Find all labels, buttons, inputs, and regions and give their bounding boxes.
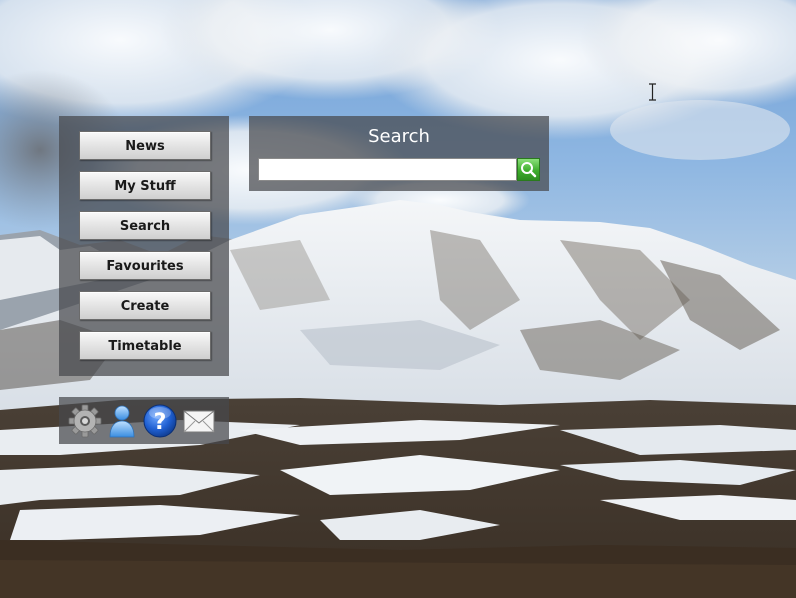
profile-button[interactable] <box>104 403 140 439</box>
nav-create-button[interactable]: Create <box>79 291 211 320</box>
nav-timetable-button[interactable]: Timetable <box>79 331 211 360</box>
nav-news-button[interactable]: News <box>79 131 211 160</box>
search-title: Search <box>368 126 430 147</box>
nav-my-stuff-button[interactable]: My Stuff <box>79 171 211 200</box>
user-icon <box>109 405 135 438</box>
search-submit-button[interactable] <box>517 158 540 181</box>
nav-favourites-button[interactable]: Favourites <box>79 251 211 280</box>
svg-text:?: ? <box>154 410 167 435</box>
icon-toolbar: ? <box>59 397 229 444</box>
help-icon: ? <box>143 404 177 438</box>
settings-button[interactable] <box>67 403 103 439</box>
help-button[interactable]: ? <box>142 403 178 439</box>
search-panel: Search <box>249 116 549 191</box>
text-cursor-icon <box>649 83 656 101</box>
search-input[interactable] <box>258 158 517 181</box>
magnifier-icon <box>521 162 537 178</box>
messages-button[interactable] <box>181 403 217 439</box>
main-nav-menu: News My Stuff Search Favourites Create T… <box>59 116 229 376</box>
nav-search-button[interactable]: Search <box>79 211 211 240</box>
gear-icon <box>68 404 102 438</box>
mail-icon <box>183 410 215 433</box>
